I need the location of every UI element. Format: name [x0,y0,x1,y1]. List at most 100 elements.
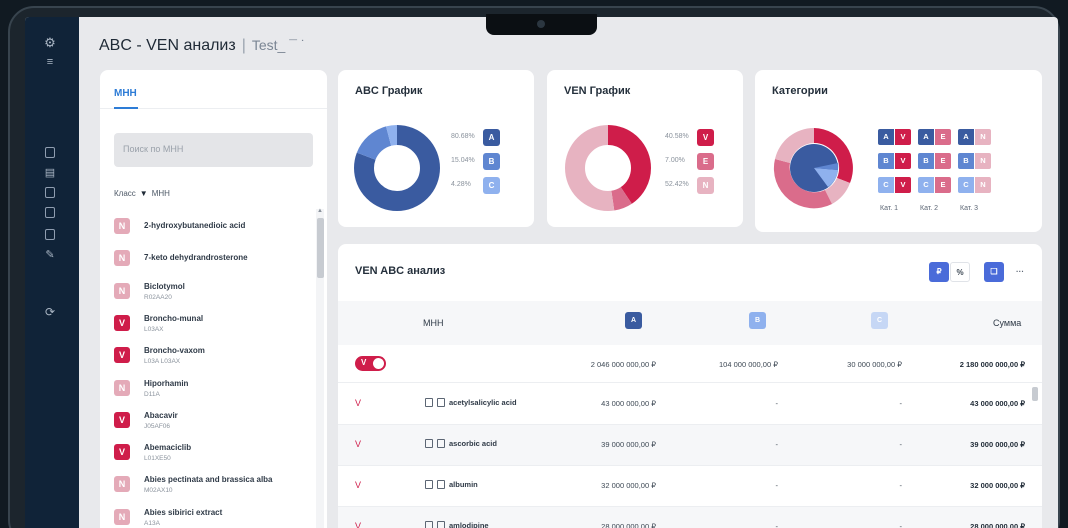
list-item[interactable]: N Hiporhamin D11A [114,377,309,407]
drug-name: Abies pectinata and brassica alba [144,475,273,485]
category-ven-badge[interactable]: E [935,153,951,169]
class-badge: V [114,411,130,428]
list-item[interactable]: N Biclotymol R02AA20 [114,280,309,310]
details-icon[interactable] [437,521,445,528]
filter-row: Класс ▼ МНН [114,189,170,198]
table-row[interactable]: Valbumin 32 000 000,00 ₽ - - 32 000 000,00 ₽ [338,466,1042,507]
legend-item[interactable]: 52.42% N [665,177,735,194]
category-abc-badge[interactable]: A [958,129,974,145]
more-menu-button[interactable]: ··· [1010,262,1030,282]
column-header-b[interactable]: B [749,312,766,329]
row-value-a: 39 000 000,00 ₽ [601,440,656,449]
category-abc-badge[interactable]: C [958,177,974,193]
category-abc-badge[interactable]: B [878,153,894,169]
details-icon[interactable] [437,480,445,489]
report-icon[interactable] [45,207,55,218]
camera-notch [486,14,597,35]
row-value-a: 43 000 000,00 ₽ [601,399,656,408]
details-icon[interactable] [437,398,445,407]
list-item[interactable]: V Broncho-munal L03AX [114,312,309,342]
category-label: Кат. 1 [880,205,899,212]
search-input[interactable]: Поиск по МНН [114,133,313,167]
category-abc-badge[interactable]: B [918,153,934,169]
table-scrollbar[interactable] [1032,387,1038,401]
info-icon[interactable] [425,521,433,528]
categories-card: Категории AVAEANBVBEBNCVCECN Кат. 1 Кат. … [755,70,1042,232]
scroll-up-icon[interactable]: ▲ [317,208,323,214]
legend-item[interactable]: 4.28% C [451,177,521,194]
class-badge: N [114,476,130,493]
calendar-icon[interactable] [45,229,55,240]
category-ven-badge[interactable]: N [975,129,991,145]
ven-abc-table-card: VEN ABC анализ ₽ % ❏ ··· МНН A B C Сумма… [338,244,1042,528]
table-row[interactable]: Vascorbic acid 39 000 000,00 ₽ - - 39 000 00… [338,425,1042,466]
column-header-sum[interactable]: Сумма [993,318,1021,328]
info-icon[interactable] [425,480,433,489]
list-scroll-thumb[interactable] [317,218,324,278]
class-badge: V [114,314,130,331]
category-abc-badge[interactable]: C [918,177,934,193]
table-row[interactable]: Vamlodipine 28 000 000,00 ₽ - - 28 000 000,0… [338,507,1042,528]
percent-toggle-button[interactable]: % [950,262,970,282]
document-icon[interactable] [45,147,55,158]
project-name[interactable]: Test_ ¯ ˙ [252,37,306,53]
category-ven-badge[interactable]: V [895,129,911,145]
table-row[interactable]: Vacetylsalicylic acid 43 000 000,00 ₽ - - 43… [338,384,1042,425]
category-abc-badge[interactable]: B [958,153,974,169]
list-item[interactable]: V Abemaciclib L01XE50 [114,441,309,471]
logout-icon[interactable]: ⟳ [43,305,57,319]
currency-toggle-button[interactable]: ₽ [929,262,949,282]
info-icon[interactable] [425,439,433,448]
category-abc-badge[interactable]: A [918,129,934,145]
edit-icon[interactable]: ✎ [43,248,57,262]
row-sum: 32 000 000,00 ₽ [970,481,1025,490]
row-value-b: - [775,440,779,449]
app-logo-icon[interactable]: ⚙ [43,36,57,50]
filter-icon[interactable]: ▼ [140,189,148,198]
class-badge: N [114,508,130,525]
column-header-a[interactable]: A [625,312,642,329]
row-value-a: 32 000 000,00 ₽ [601,481,656,490]
filter-class-label[interactable]: Класс [114,189,136,198]
category-ven-badge[interactable]: N [975,153,991,169]
categories-sunburst-chart [773,127,853,209]
chart-icon[interactable]: ▤ [43,166,57,180]
copy-button[interactable]: ❏ [984,262,1004,282]
tab-mnn[interactable]: МНН [114,88,137,99]
legend-item[interactable]: 80.68% A [451,129,521,146]
class-badge: N [114,218,130,234]
list-item[interactable]: N Abies pectinata and brassica alba M02AX1… [114,473,309,503]
details-icon[interactable] [437,439,445,448]
row-value-b: - [775,522,779,528]
legend-item[interactable]: 7.00% E [665,153,735,170]
category-abc-badge[interactable]: A [878,129,894,145]
list-item[interactable]: V Broncho-vaxom L03A L03AX [114,344,309,374]
category-ven-badge[interactable]: E [935,177,951,193]
info-icon[interactable] [425,398,433,407]
column-header-mnn[interactable]: МНН [423,318,444,328]
category-abc-badge[interactable]: C [878,177,894,193]
row-mnn: albumin [449,480,478,489]
row-sum: 43 000 000,00 ₽ [970,399,1025,408]
list-item[interactable]: N Abies sibirici extract A13A [114,506,309,528]
table-icon[interactable] [45,187,55,198]
legend-percent: 40.58% [665,133,689,140]
legend-swatch: V [697,129,714,146]
category-ven-badge[interactable]: N [975,177,991,193]
column-header-c[interactable]: C [871,312,888,329]
totals-row: V 2 046 000 000,00 ₽ 104 000 000,00 ₽ 30… [338,345,1042,383]
total-c: 30 000 000,00 ₽ [847,360,902,369]
legend-item[interactable]: 15.04% B [451,153,521,170]
ven-filter-toggle[interactable]: V [355,356,386,371]
legend-percent: 7.00% [665,157,685,164]
legend-item[interactable]: 40.58% V [665,129,735,146]
category-ven-badge[interactable]: V [895,153,911,169]
category-ven-badge[interactable]: E [935,129,951,145]
filter-mnn-label[interactable]: МНН [152,189,170,198]
mnn-panel: МНН Поиск по МНН Класс ▼ МНН ▲ N 2-hydroxyb… [100,70,327,528]
list-item[interactable]: N 7-keto dehydrandrosterone [114,247,309,277]
list-item[interactable]: N 2-hydroxybutanedioic acid [114,215,309,245]
menu-toggle-icon[interactable]: ≡ [43,55,57,69]
category-ven-badge[interactable]: V [895,177,911,193]
list-item[interactable]: V Abacavir J05AF06 [114,409,309,439]
